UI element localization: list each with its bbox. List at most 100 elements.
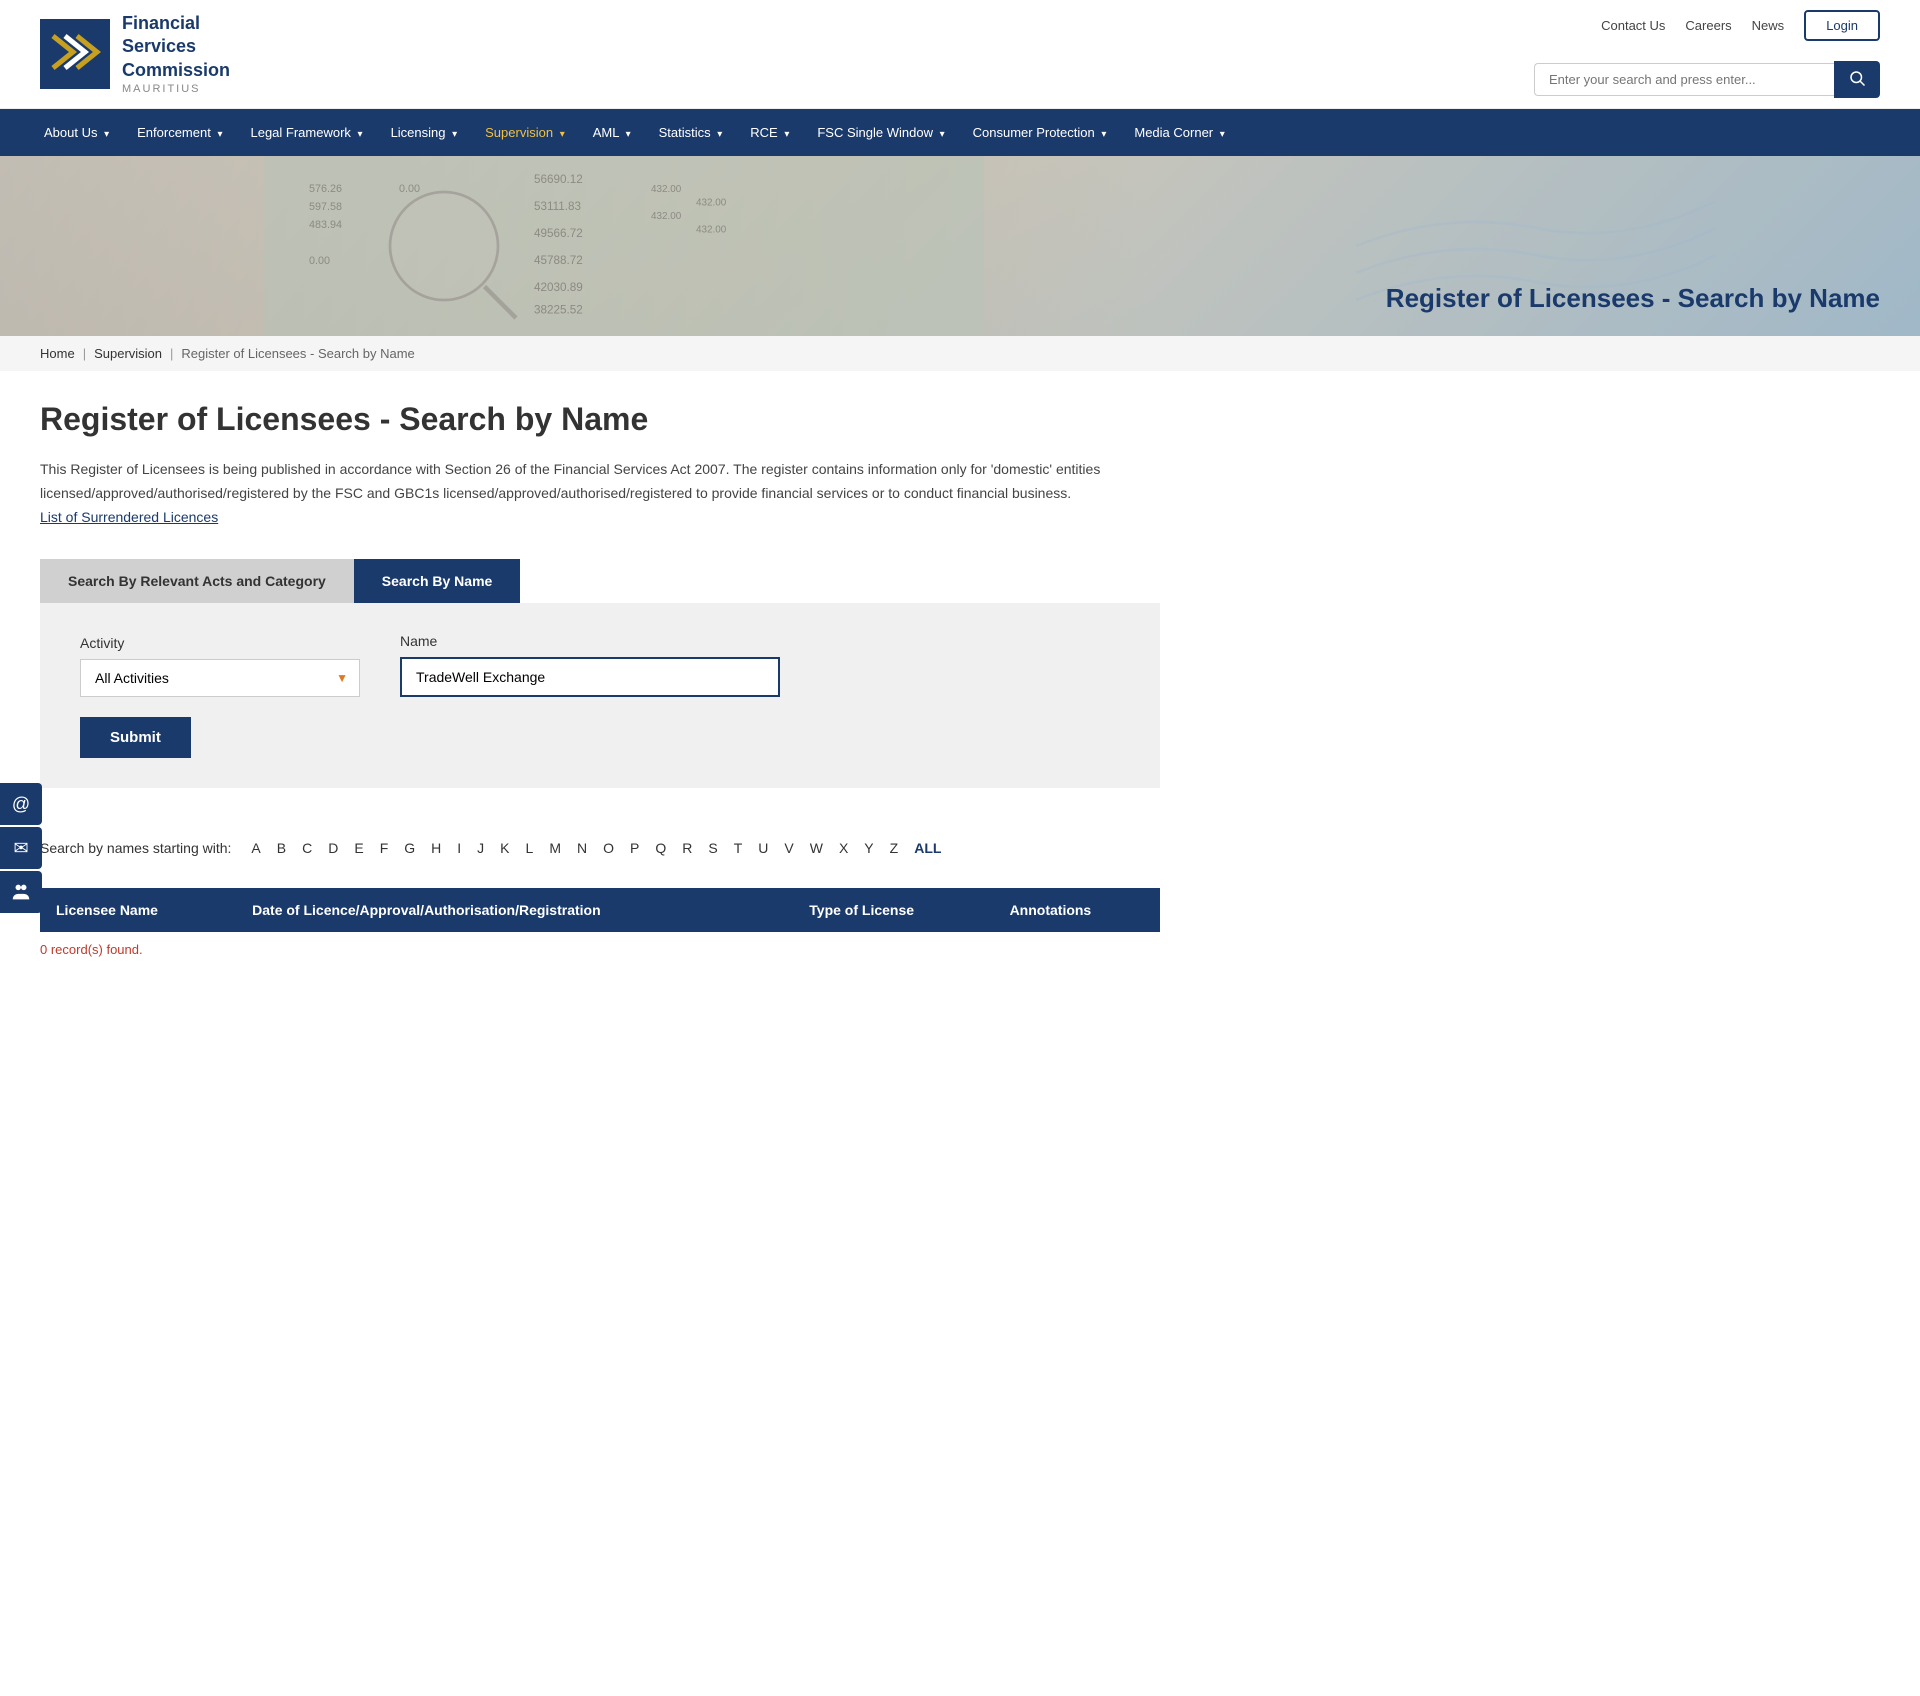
alpha-x[interactable]: X <box>835 838 852 858</box>
alpha-p[interactable]: P <box>626 838 643 858</box>
careers-link[interactable]: Careers <box>1685 18 1731 33</box>
breadcrumb-home[interactable]: Home <box>40 346 75 361</box>
results-table: Licensee Name Date of Licence/Approval/A… <box>40 888 1160 932</box>
svg-text:432.00: 432.00 <box>696 225 727 236</box>
svg-text:53111.83: 53111.83 <box>534 200 581 213</box>
col-date: Date of Licence/Approval/Authorisation/R… <box>236 888 793 932</box>
logo-text: FinancialServicesCommission MAURITIUS <box>122 12 230 96</box>
alpha-d[interactable]: D <box>324 838 342 858</box>
svg-text:38225.52: 38225.52 <box>534 304 583 317</box>
svg-text:56690.12: 56690.12 <box>534 173 583 186</box>
top-right: Contact Us Careers News Login <box>1534 10 1880 98</box>
mail-side-icon[interactable]: ✉ <box>0 827 42 869</box>
hero-banner: 576.26 0.00 56690.12 597.58 483.94 53111… <box>0 156 1920 336</box>
alpha-all[interactable]: ALL <box>910 838 945 858</box>
nav-statistics[interactable]: Statistics ▾ <box>645 109 737 156</box>
name-label: Name <box>400 633 780 649</box>
search-form-container: Activity All Activities Banking Insuranc… <box>40 603 1160 788</box>
activity-select-wrapper: All Activities Banking Insurance Investm… <box>80 659 360 697</box>
top-bar: FinancialServicesCommission MAURITIUS Co… <box>0 0 1920 109</box>
breadcrumb-current: Register of Licensees - Search by Name <box>181 346 414 361</box>
group-side-icon[interactable] <box>0 871 42 913</box>
alpha-search: Search by names starting with: A B C D E… <box>40 818 1160 878</box>
alpha-w[interactable]: W <box>806 838 827 858</box>
svg-text:49566.72: 49566.72 <box>534 227 583 240</box>
alpha-k[interactable]: K <box>496 838 513 858</box>
login-button[interactable]: Login <box>1804 10 1880 41</box>
logo-icon <box>40 19 110 89</box>
search-icon <box>1848 69 1866 87</box>
alpha-a[interactable]: A <box>247 838 264 858</box>
alpha-label: Search by names starting with: <box>40 840 231 856</box>
nav-supervision[interactable]: Supervision ▾ <box>471 109 579 156</box>
alpha-j[interactable]: J <box>473 838 488 858</box>
breadcrumb-sep1: | <box>83 346 86 361</box>
search-tabs: Search By Relevant Acts and Category Sea… <box>40 559 1160 603</box>
nav-enforcement[interactable]: Enforcement ▾ <box>123 109 236 156</box>
name-input[interactable] <box>400 657 780 697</box>
contact-us-link[interactable]: Contact Us <box>1601 18 1665 33</box>
alpha-v[interactable]: V <box>780 838 797 858</box>
search-input[interactable] <box>1534 63 1834 96</box>
nav-media-corner[interactable]: Media Corner ▾ <box>1120 109 1238 156</box>
nav-aml[interactable]: AML ▾ <box>579 109 645 156</box>
side-icons: @ ✉ <box>0 783 42 913</box>
alpha-z[interactable]: Z <box>886 838 903 858</box>
surrendered-licences-link[interactable]: List of Surrendered Licences <box>40 509 218 525</box>
hero-bg-svg: 576.26 0.00 56690.12 597.58 483.94 53111… <box>0 156 1248 336</box>
svg-text:576.26: 576.26 <box>309 183 342 195</box>
alpha-l[interactable]: L <box>522 838 538 858</box>
activity-form-group: Activity All Activities Banking Insuranc… <box>80 635 360 697</box>
search-button[interactable] <box>1834 61 1880 98</box>
svg-text:432.00: 432.00 <box>651 211 682 222</box>
nav-consumer-protection[interactable]: Consumer Protection ▾ <box>959 109 1121 156</box>
tab-search-by-name[interactable]: Search By Name <box>354 559 521 603</box>
svg-text:45788.72: 45788.72 <box>534 254 583 267</box>
nav-legal-framework[interactable]: Legal Framework ▾ <box>236 109 376 156</box>
activity-label: Activity <box>80 635 360 651</box>
alpha-q[interactable]: Q <box>651 838 670 858</box>
breadcrumb: Home | Supervision | Register of License… <box>0 336 1920 371</box>
news-link[interactable]: News <box>1752 18 1785 33</box>
search-bar <box>1534 61 1880 98</box>
table-header-row: Licensee Name Date of Licence/Approval/A… <box>40 888 1160 932</box>
alpha-g[interactable]: G <box>400 838 419 858</box>
alpha-b[interactable]: B <box>273 838 290 858</box>
email-side-icon[interactable]: @ <box>0 783 42 825</box>
logo-main: FinancialServicesCommission <box>122 12 230 82</box>
breadcrumb-supervision[interactable]: Supervision <box>94 346 162 361</box>
alpha-r[interactable]: R <box>678 838 696 858</box>
page-description: This Register of Licensees is being publ… <box>40 458 1160 529</box>
alpha-c[interactable]: C <box>298 838 316 858</box>
alpha-u[interactable]: U <box>754 838 772 858</box>
nav-licensing[interactable]: Licensing ▾ <box>377 109 472 156</box>
col-type-of-license: Type of License <box>793 888 993 932</box>
svg-text:0.00: 0.00 <box>309 255 330 267</box>
form-row: Activity All Activities Banking Insuranc… <box>80 633 1120 697</box>
svg-text:432.00: 432.00 <box>696 198 727 209</box>
alpha-t[interactable]: T <box>730 838 747 858</box>
alpha-m[interactable]: M <box>545 838 565 858</box>
logo-area: FinancialServicesCommission MAURITIUS <box>40 12 230 96</box>
top-links: Contact Us Careers News Login <box>1601 10 1880 41</box>
nav-about-us[interactable]: About Us ▾ <box>30 109 123 156</box>
alpha-n[interactable]: N <box>573 838 591 858</box>
alpha-h[interactable]: H <box>427 838 445 858</box>
page-title: Register of Licensees - Search by Name <box>40 401 1160 438</box>
no-records-message: 0 record(s) found. <box>40 942 1160 957</box>
alpha-s[interactable]: S <box>704 838 721 858</box>
alpha-i[interactable]: I <box>453 838 465 858</box>
col-licensee-name: Licensee Name <box>40 888 236 932</box>
tab-relevant-acts[interactable]: Search By Relevant Acts and Category <box>40 559 354 603</box>
alpha-e[interactable]: E <box>350 838 367 858</box>
nav-fsc-single-window[interactable]: FSC Single Window ▾ <box>803 109 958 156</box>
activity-select[interactable]: All Activities Banking Insurance Investm… <box>80 659 360 697</box>
description-text: This Register of Licensees is being publ… <box>40 461 1100 501</box>
alpha-f[interactable]: F <box>376 838 393 858</box>
alpha-y[interactable]: Y <box>860 838 877 858</box>
svg-text:597.58: 597.58 <box>309 201 342 213</box>
submit-button[interactable]: Submit <box>80 717 191 758</box>
svg-text:432.00: 432.00 <box>651 184 682 195</box>
nav-rce[interactable]: RCE ▾ <box>736 109 803 156</box>
alpha-o[interactable]: O <box>599 838 618 858</box>
